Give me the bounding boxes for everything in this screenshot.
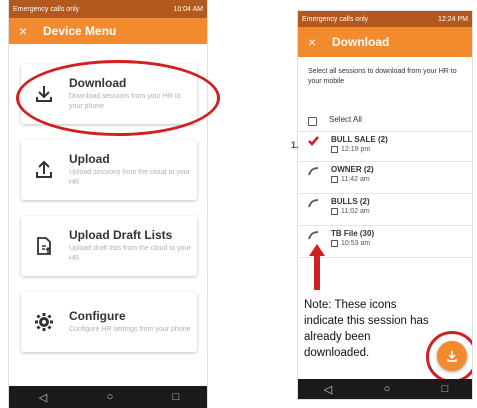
status-bar: Emergency calls only 10:04 AM bbox=[9, 0, 207, 18]
session-name: TB File (30) bbox=[331, 229, 375, 238]
download-screen: Emergency calls only 12:24 PM × Download… bbox=[297, 10, 473, 400]
status-time: 12:24 PM bbox=[438, 15, 468, 23]
recent-apps-button[interactable]: □ bbox=[173, 391, 180, 403]
session-name: OWNER (2) bbox=[331, 165, 374, 174]
menu-item-configure[interactable]: Configure Configure HR settings from you… bbox=[21, 292, 197, 352]
session-time: 11:02 am bbox=[341, 208, 370, 215]
app-bar: × Download bbox=[298, 27, 472, 57]
menu-item-description: Upload draft lists from the cloud to you… bbox=[69, 245, 191, 262]
page-title: Download bbox=[332, 35, 390, 49]
session-row[interactable]: OWNER (2) 11:42 am bbox=[298, 165, 472, 183]
arrow-annotation bbox=[309, 244, 325, 290]
android-nav-bar: ◁ ○ □ bbox=[298, 379, 472, 399]
select-all-checkbox[interactable] bbox=[308, 117, 317, 126]
app-bar: × Device Menu bbox=[9, 18, 207, 44]
status-left-text: Emergency calls only bbox=[302, 15, 369, 23]
file-upload-icon bbox=[27, 236, 61, 256]
session-time: 11:42 am bbox=[341, 176, 370, 183]
highlight-circle-annotation bbox=[426, 331, 472, 383]
page-title: Device Menu bbox=[43, 24, 117, 38]
home-button[interactable]: ○ bbox=[107, 391, 114, 403]
recent-apps-button[interactable]: □ bbox=[442, 383, 449, 395]
step-number-annotation: 1. bbox=[291, 140, 299, 150]
back-button[interactable]: ◁ bbox=[39, 391, 47, 404]
android-nav-bar: ◁ ○ □ bbox=[9, 386, 207, 408]
select-all-label: Select All bbox=[329, 115, 362, 124]
status-bar: Emergency calls only 12:24 PM bbox=[298, 11, 472, 27]
annotation-note: Note: These icons indicate this session … bbox=[304, 299, 429, 359]
status-left-text: Emergency calls only bbox=[13, 5, 80, 13]
downloaded-icon bbox=[308, 199, 319, 208]
divider bbox=[298, 193, 472, 194]
menu-item-upload[interactable]: Upload Upload sessions from the cloud to… bbox=[21, 140, 197, 200]
session-name: BULLS (2) bbox=[331, 197, 370, 206]
highlight-oval-annotation bbox=[16, 60, 220, 136]
calendar-icon bbox=[331, 240, 338, 247]
menu-item-description: Configure HR settings from your phone bbox=[69, 326, 191, 333]
downloaded-icon bbox=[308, 167, 319, 176]
calendar-icon bbox=[331, 146, 338, 153]
divider bbox=[298, 161, 472, 162]
session-row[interactable]: BULL SALE (2) 12:19 pm bbox=[298, 135, 472, 153]
menu-item-upload-draft-lists[interactable]: Upload Draft Lists Upload draft lists fr… bbox=[21, 216, 197, 276]
home-button[interactable]: ○ bbox=[384, 383, 391, 395]
menu-item-description: Upload sessions from the cloud to your H… bbox=[69, 169, 191, 186]
status-time: 10:04 AM bbox=[173, 5, 203, 13]
menu-item-title: Upload bbox=[69, 152, 110, 166]
upload-icon bbox=[27, 160, 61, 180]
screenshot-composite: Emergency calls only 10:04 AM × Device M… bbox=[0, 0, 477, 408]
instructions-text: Select all sessions to download from you… bbox=[308, 68, 457, 85]
select-all-row[interactable]: Select All bbox=[298, 115, 472, 126]
gear-icon bbox=[27, 312, 61, 332]
checkmark-icon[interactable] bbox=[308, 136, 319, 146]
menu-item-title: Configure bbox=[69, 309, 126, 323]
close-button[interactable]: × bbox=[308, 34, 332, 50]
session-time: 10:53 am bbox=[341, 240, 371, 247]
close-button[interactable]: × bbox=[19, 23, 43, 39]
divider bbox=[298, 225, 472, 226]
calendar-icon bbox=[331, 176, 338, 183]
session-row[interactable]: BULLS (2) 11:02 am bbox=[298, 197, 472, 215]
session-name: BULL SALE (2) bbox=[331, 135, 388, 144]
calendar-icon bbox=[331, 208, 338, 215]
session-time: 12:19 pm bbox=[341, 146, 371, 153]
menu-item-title: Upload Draft Lists bbox=[69, 228, 173, 242]
back-button[interactable]: ◁ bbox=[324, 383, 332, 396]
downloaded-icon bbox=[308, 231, 319, 240]
divider bbox=[298, 131, 472, 132]
